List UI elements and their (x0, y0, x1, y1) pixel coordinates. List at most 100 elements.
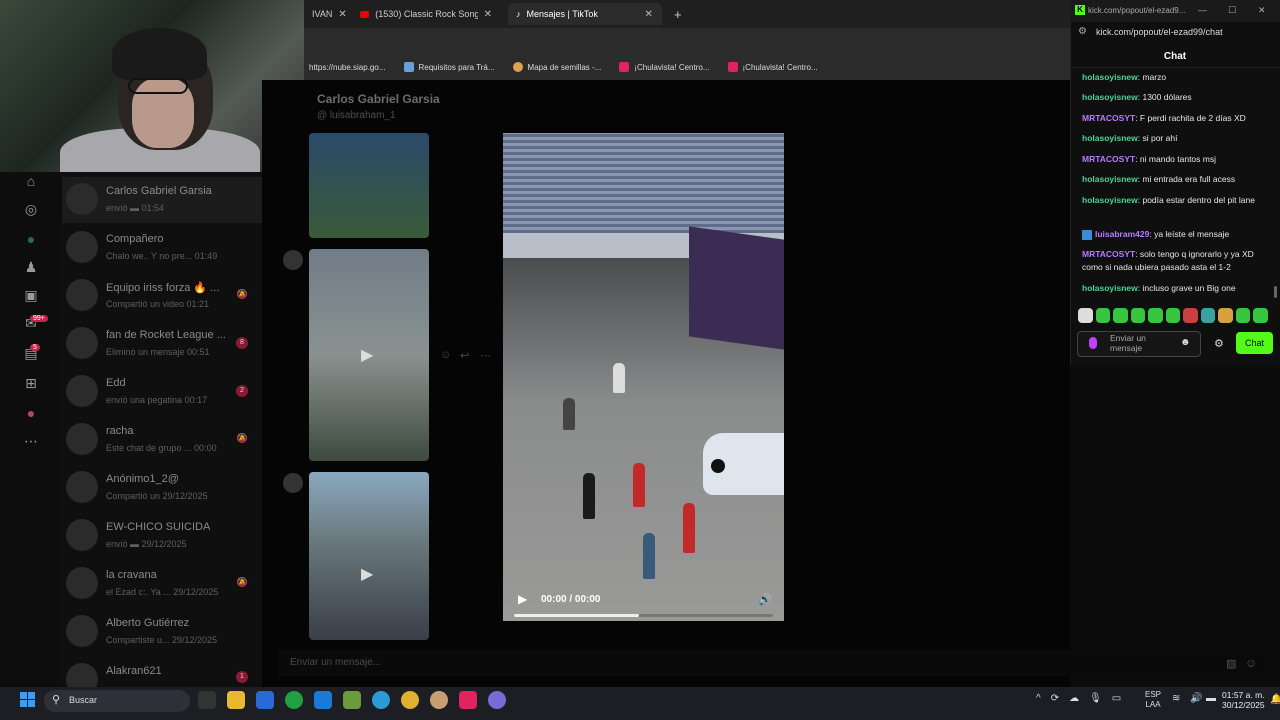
new-tab-button[interactable]: + (666, 3, 690, 25)
volume-icon[interactable]: 🔊 (1190, 693, 1202, 704)
emote-icon[interactable] (1218, 308, 1233, 323)
emoji-icon[interactable]: ☺ (1245, 656, 1257, 670)
avatar[interactable]: ● (22, 404, 40, 422)
cloud-icon[interactable]: ☁ (1069, 693, 1079, 704)
chat-username[interactable]: MRTACOSYT (1082, 249, 1135, 259)
volume-icon[interactable]: 🔊 (758, 593, 772, 606)
app-icon[interactable] (314, 691, 332, 709)
chat-username[interactable]: holasoyisnew (1082, 195, 1138, 205)
emote-icon[interactable] (1235, 308, 1251, 323)
sync-icon[interactable]: ⟳ (1051, 693, 1059, 704)
list-item[interactable]: Anónimo1_2@ Compartió un 29/12/2025 (62, 465, 262, 511)
tiktok-icon[interactable] (459, 691, 477, 709)
video-thumbnail[interactable]: ▶ (309, 472, 429, 640)
emoji-icon[interactable]: ☻ (1180, 337, 1191, 348)
emote-icon[interactable] (1200, 308, 1216, 323)
list-item[interactable]: la cravana el Ezad c:. Ya ... 29/12/2025… (62, 561, 262, 607)
video-thumbnail[interactable] (309, 133, 429, 238)
site-settings-icon[interactable]: ⚙ (1078, 26, 1087, 37)
wifi-icon[interactable]: ≋ (1172, 693, 1180, 704)
live-icon[interactable]: ▣ (22, 286, 40, 304)
list-item[interactable]: EW-CHICO SUICIDA envió ▬ 29/12/2025 (62, 513, 262, 559)
emote-icon[interactable] (1113, 308, 1128, 323)
list-item[interactable]: fan de Rocket League ... Eliminó un mens… (62, 321, 262, 367)
list-item[interactable]: racha Este chat de grupo ... 00:00 🔕 (62, 417, 262, 463)
battery-icon[interactable]: ▭ (1112, 693, 1121, 704)
emote-icon[interactable] (1130, 308, 1146, 323)
list-item[interactable]: Carlos Gabriel Garsia envió ▬ 01:54 (62, 177, 262, 223)
close-icon[interactable]: ✕ (484, 9, 492, 20)
reply-icon[interactable]: ↩ (460, 349, 469, 362)
close-icon[interactable]: ✕ (1258, 5, 1266, 16)
xbox-icon[interactable] (285, 691, 303, 709)
bookmark-item[interactable]: Requisitos para Trá... (403, 62, 495, 72)
store-icon[interactable] (256, 691, 274, 709)
list-item[interactable]: Equipo iriss forza 🔥 ... Compartió un vi… (62, 273, 262, 319)
tab-youtube[interactable]: (1530) Classic Rock Songs 70s 8 ✕ (352, 3, 500, 25)
chat-username[interactable]: luisabram429 (1095, 229, 1149, 239)
chat-username[interactable]: MRTACOSYT (1082, 154, 1135, 164)
profile-ring-icon[interactable]: ● (22, 230, 40, 248)
emote-icon[interactable] (1183, 308, 1198, 323)
mic-icon[interactable]: 🎙 (1089, 693, 1102, 704)
address-bar[interactable] (304, 28, 1070, 54)
edge-icon[interactable] (372, 691, 390, 709)
video-player[interactable] (503, 133, 784, 621)
bookmark-item[interactable]: ¡Chulavista! Centro... (619, 62, 710, 72)
minimize-icon[interactable]: — (1198, 5, 1207, 15)
list-item[interactable]: Edd envió una pegatina 00:17 2 (62, 369, 262, 415)
home-icon[interactable]: ⌂ (22, 172, 40, 190)
emote-icon[interactable] (1095, 308, 1111, 323)
tab-tiktok[interactable]: ♪ Mensajes | TikTok ✕ (508, 3, 662, 25)
mic-icon[interactable] (1089, 337, 1097, 349)
chat-username[interactable]: holasoyisnew (1082, 174, 1138, 184)
tab-partial[interactable]: IVAN ✕ (304, 3, 355, 25)
explore-icon[interactable]: ◎ (22, 200, 40, 218)
emote-icon[interactable] (1165, 308, 1181, 323)
kick-send-button[interactable]: Chat (1236, 332, 1273, 354)
message-input[interactable] (278, 650, 1268, 676)
kick-url[interactable]: kick.com/popout/el-ezad99/chat (1096, 27, 1223, 37)
maximize-icon[interactable]: ☐ (1228, 5, 1236, 16)
chevron-up-icon[interactable]: ^ (1036, 693, 1041, 704)
windows-start-icon[interactable] (20, 692, 36, 708)
image-icon[interactable]: ▨ (1226, 657, 1236, 670)
emote-icon[interactable] (1148, 308, 1163, 323)
list-item[interactable]: Alberto Gutiérrez Compartiste u... 29/12… (62, 609, 262, 655)
video-thumbnail[interactable]: ▶ (309, 249, 429, 461)
gear-icon[interactable]: ⚙ (1214, 337, 1224, 350)
bookmark-item[interactable]: ¡Chulavista! Centro... (727, 62, 818, 72)
file-explorer-icon[interactable] (227, 691, 245, 709)
close-icon[interactable]: ✕ (645, 9, 653, 20)
chat-username[interactable]: holasoyisnew (1082, 283, 1138, 293)
chat-username[interactable]: holasoyisnew (1082, 133, 1138, 143)
bookmark-item[interactable]: Mapa de semillas -... (512, 62, 601, 72)
task-view-icon[interactable] (198, 691, 216, 709)
taskbar-search-box[interactable] (44, 690, 190, 712)
emote-icon[interactable] (1253, 308, 1269, 323)
list-item[interactable]: Alakran621 1 (62, 657, 262, 687)
upload-icon[interactable]: ⊞ (22, 374, 40, 392)
following-icon[interactable]: ♟ (22, 258, 40, 276)
app-icon[interactable] (430, 691, 448, 709)
discord-icon[interactable] (488, 691, 506, 709)
taskbar-clock[interactable]: 01:57 a. m. 30/12/2025 (1222, 690, 1265, 710)
minecraft-icon[interactable] (343, 691, 361, 709)
battery-icon[interactable]: ▬ (1206, 693, 1216, 704)
more-icon[interactable]: ⋯ (480, 349, 491, 362)
react-icon[interactable]: ☺ (440, 349, 451, 361)
chrome-icon[interactable] (401, 691, 419, 709)
bookmark-item[interactable]: https://nube.siap.go... (309, 63, 386, 72)
close-icon[interactable]: ✕ (338, 9, 346, 20)
notification-bell-icon[interactable]: 🔔 (1270, 694, 1280, 705)
play-icon[interactable]: ▶ (518, 592, 532, 606)
chat-username[interactable]: MRTACOSYT (1082, 113, 1135, 123)
chat-username[interactable]: holasoyisnew (1082, 72, 1138, 82)
chat-scrollbar[interactable] (1274, 286, 1277, 298)
list-item[interactable]: Compañero Chalo we.. Y no pre... 01:49 (62, 225, 262, 271)
chat-contact-name[interactable]: Carlos Gabriel Garsia (317, 92, 440, 106)
emote-icon[interactable] (1078, 308, 1093, 323)
chat-username[interactable]: holasoyisnew (1082, 92, 1138, 102)
more-icon[interactable]: ⋯ (22, 432, 40, 450)
language-indicator[interactable]: ESP LAA (1145, 690, 1161, 710)
